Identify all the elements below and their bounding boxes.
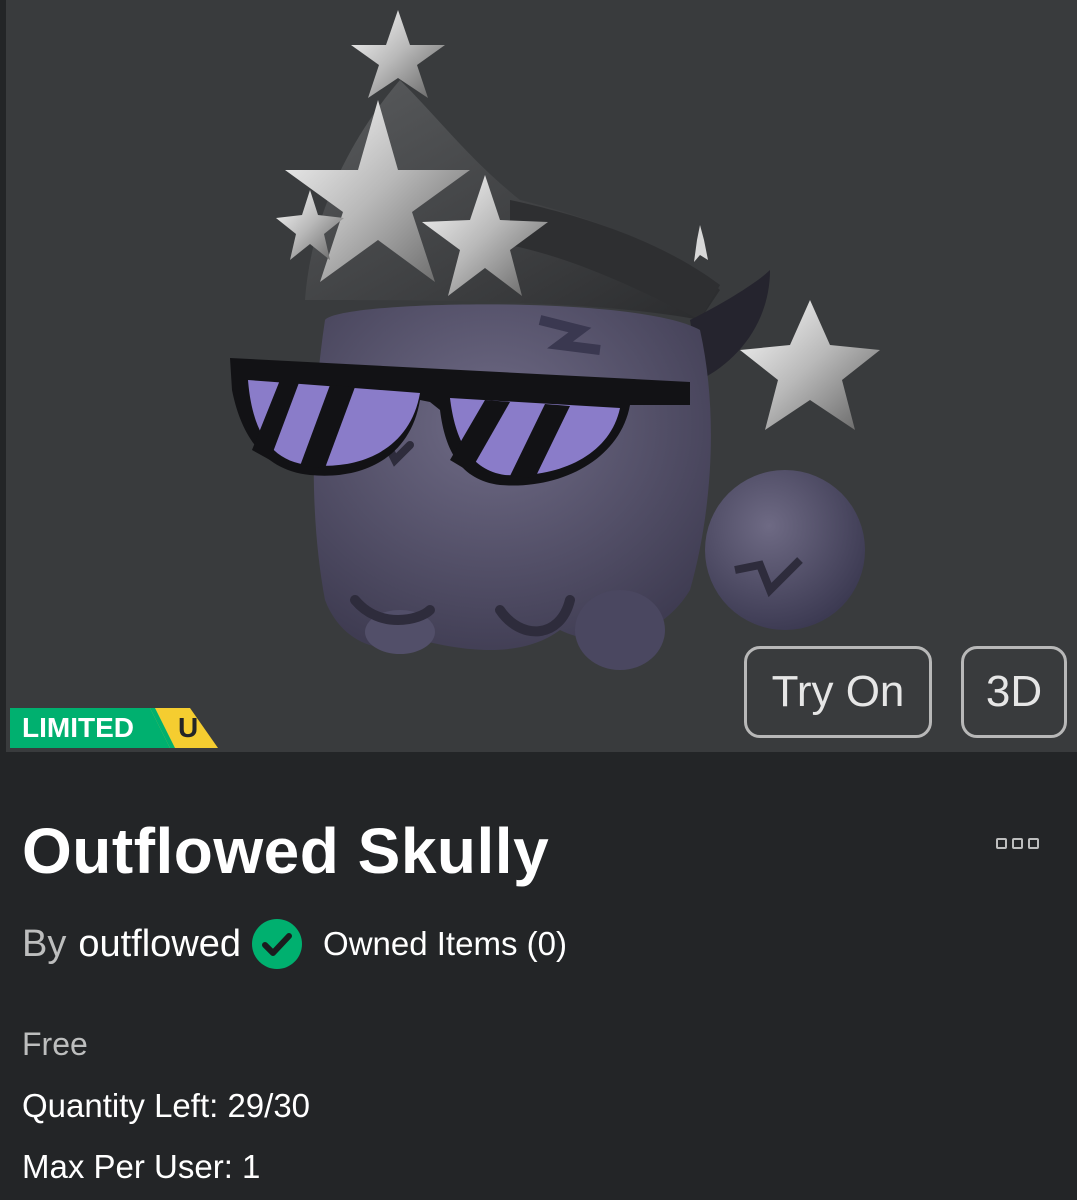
by-prefix: By xyxy=(22,922,67,965)
item-price: Free xyxy=(22,1026,88,1062)
more-options-icon[interactable] xyxy=(996,838,1039,849)
more-dot xyxy=(1028,838,1039,849)
max-per-user: Max Per User: 1 xyxy=(22,1148,261,1185)
more-dot xyxy=(1012,838,1023,849)
creator-link[interactable]: outflowed xyxy=(78,923,241,966)
owned-items-link[interactable]: Owned Items (0) xyxy=(323,925,567,963)
more-dot xyxy=(996,838,1007,849)
verified-check-icon xyxy=(252,919,303,969)
creator-byline: By outflowed Owned Items (0) xyxy=(22,918,567,970)
view-3d-button[interactable]: 3D xyxy=(961,646,1067,738)
try-on-button[interactable]: Try On xyxy=(744,646,932,738)
item-title: Outflowed Skully xyxy=(22,815,550,887)
badge-unique-label: U xyxy=(178,712,199,743)
item-preview: LIMITED U Try On 3D xyxy=(0,0,1077,752)
item-thumbnail[interactable] xyxy=(0,0,1077,752)
badge-limited-label: LIMITED xyxy=(22,712,134,743)
quantity-left: Quantity Left: 29/30 xyxy=(22,1087,311,1124)
limited-unique-badge: LIMITED U xyxy=(10,708,218,748)
